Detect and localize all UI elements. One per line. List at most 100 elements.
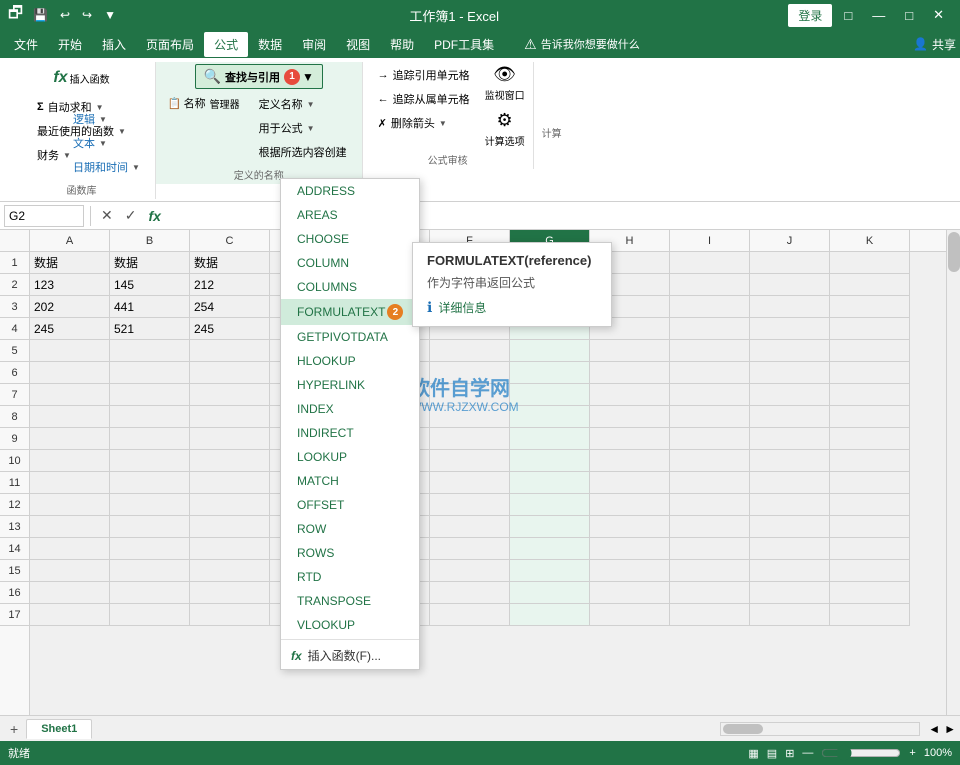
cell-J2[interactable] xyxy=(750,274,830,296)
h-scroll-thumb[interactable] xyxy=(723,724,763,734)
cell-K3[interactable] xyxy=(830,296,910,318)
col-header-A[interactable]: A xyxy=(30,230,110,251)
save-btn[interactable]: 💾 xyxy=(29,6,52,24)
row-num-6[interactable]: 6 xyxy=(0,362,29,384)
cell-I1[interactable] xyxy=(670,252,750,274)
cell-J5[interactable] xyxy=(750,340,830,362)
row-num-3[interactable]: 3 xyxy=(0,296,29,318)
cell-A4[interactable]: 245 xyxy=(30,318,110,340)
row-num-8[interactable]: 8 xyxy=(0,406,29,428)
cell-H5[interactable] xyxy=(590,340,670,362)
row-num-10[interactable]: 10 xyxy=(0,450,29,472)
row-num-12[interactable]: 12 xyxy=(0,494,29,516)
menu-data[interactable]: 数据 xyxy=(248,32,292,57)
menu-item-indirect[interactable]: INDIRECT xyxy=(281,421,419,445)
calc-options-btn[interactable]: ⚙ 计算选项 xyxy=(485,110,525,148)
menu-insert[interactable]: 插入 xyxy=(92,32,136,57)
cell-B1[interactable]: 数据 xyxy=(110,252,190,274)
name-manager-btn[interactable]: 📋名称管理器 xyxy=(164,93,244,113)
cell-C1[interactable]: 数据 xyxy=(190,252,270,274)
trace-precedents-btn[interactable]: → 追踪引用单元格 xyxy=(371,64,477,86)
cell-K4[interactable] xyxy=(830,318,910,340)
row-num-7[interactable]: 7 xyxy=(0,384,29,406)
cell-F5[interactable] xyxy=(430,340,510,362)
menu-item-match[interactable]: MATCH xyxy=(281,469,419,493)
add-sheet-btn[interactable]: + xyxy=(4,719,24,739)
maximize-btn[interactable]: □ xyxy=(897,6,921,25)
menu-item-columns[interactable]: COLUMNS xyxy=(281,275,419,299)
cell-J4[interactable] xyxy=(750,318,830,340)
define-name-btn[interactable]: 定义名称 ▼ xyxy=(252,93,354,115)
row-num-2[interactable]: 2 xyxy=(0,274,29,296)
menu-help[interactable]: 帮助 xyxy=(380,32,424,57)
share-label[interactable]: 共享 xyxy=(932,36,956,53)
trace-dependents-btn[interactable]: ← 追踪从属单元格 xyxy=(371,88,477,110)
row-num-4[interactable]: 4 xyxy=(0,318,29,340)
logical-btn[interactable]: 逻辑 ▼ xyxy=(66,108,147,130)
row-num-9[interactable]: 9 xyxy=(0,428,29,450)
remove-arrows-btn[interactable]: ✗ 删除箭头 ▼ xyxy=(371,112,477,134)
menu-item-column[interactable]: COLUMN xyxy=(281,252,419,275)
col-header-I[interactable]: I xyxy=(670,230,750,251)
login-button[interactable]: 登录 xyxy=(788,4,832,27)
scroll-right-btn[interactable]: ► xyxy=(944,722,956,736)
cell-C5[interactable] xyxy=(190,340,270,362)
zoom-minus-btn[interactable]: — xyxy=(802,747,813,759)
confirm-formula-btn[interactable]: ✓ xyxy=(121,207,141,224)
cell-I2[interactable] xyxy=(670,274,750,296)
menu-item-row[interactable]: ROW xyxy=(281,517,419,541)
menu-item-vlookup[interactable]: VLOOKUP xyxy=(281,613,419,637)
row-num-5[interactable]: 5 xyxy=(0,340,29,362)
cell-C2[interactable]: 212 xyxy=(190,274,270,296)
lookup-ref-btn[interactable]: 🔍 查找与引用 1 ▼ xyxy=(195,64,323,89)
row-num-11[interactable]: 11 xyxy=(0,472,29,494)
cell-I5[interactable] xyxy=(670,340,750,362)
cell-A3[interactable]: 202 xyxy=(30,296,110,318)
menu-view[interactable]: 视图 xyxy=(336,32,380,57)
menu-item-rtd[interactable]: RTD xyxy=(281,565,419,589)
col-header-K[interactable]: K xyxy=(830,230,910,251)
zoom-slider[interactable] xyxy=(821,745,901,761)
cell-K2[interactable] xyxy=(830,274,910,296)
cell-B3[interactable]: 441 xyxy=(110,296,190,318)
menu-item-offset[interactable]: OFFSET xyxy=(281,493,419,517)
menu-review[interactable]: 审阅 xyxy=(292,32,336,57)
row-num-15[interactable]: 15 xyxy=(0,560,29,582)
row-num-16[interactable]: 16 xyxy=(0,582,29,604)
cell-I4[interactable] xyxy=(670,318,750,340)
menu-item-lookup[interactable]: LOOKUP xyxy=(281,445,419,469)
row-num-1[interactable]: 1 xyxy=(0,252,29,274)
zoom-plus-btn[interactable]: + xyxy=(909,747,915,759)
name-box[interactable] xyxy=(4,205,84,227)
cell-J1[interactable] xyxy=(750,252,830,274)
view-layout-btn[interactable]: ▤ xyxy=(767,747,777,760)
row-num-13[interactable]: 13 xyxy=(0,516,29,538)
menu-item-rows[interactable]: ROWS xyxy=(281,541,419,565)
menu-file[interactable]: 文件 xyxy=(4,32,48,57)
view-normal-btn[interactable]: ▦ xyxy=(748,747,758,760)
text-btn[interactable]: 文本 ▼ xyxy=(66,132,147,154)
menu-home[interactable]: 开始 xyxy=(48,32,92,57)
datetime-btn[interactable]: 日期和时间 ▼ xyxy=(66,156,147,178)
cell-A2[interactable]: 123 xyxy=(30,274,110,296)
scroll-left-btn[interactable]: ◄ xyxy=(928,722,940,736)
tooltip-detail-link[interactable]: ℹ 详细信息 xyxy=(427,299,597,316)
col-header-B[interactable]: B xyxy=(110,230,190,251)
cell-K1[interactable] xyxy=(830,252,910,274)
sheet-tab-sheet1[interactable]: Sheet1 xyxy=(26,719,92,739)
redo-btn[interactable]: ↪ xyxy=(78,6,96,24)
col-header-C[interactable]: C xyxy=(190,230,270,251)
menu-item-hlookup[interactable]: HLOOKUP xyxy=(281,349,419,373)
cell-B4[interactable]: 521 xyxy=(110,318,190,340)
row-num-14[interactable]: 14 xyxy=(0,538,29,560)
watch-window-btn[interactable]: 👁 监视窗口 xyxy=(485,64,525,102)
close-btn[interactable]: ✕ xyxy=(925,5,952,25)
qa-dropdown-btn[interactable]: ▼ xyxy=(100,6,120,24)
cell-I3[interactable] xyxy=(670,296,750,318)
insert-function-bar-btn[interactable]: fx xyxy=(144,208,164,224)
cell-J3[interactable] xyxy=(750,296,830,318)
view-pagebreak-btn[interactable]: ⊞ xyxy=(785,747,794,760)
ribbon-display-btn[interactable]: □ xyxy=(836,6,860,25)
menu-item-index[interactable]: INDEX xyxy=(281,397,419,421)
minimize-btn[interactable]: — xyxy=(864,6,893,25)
